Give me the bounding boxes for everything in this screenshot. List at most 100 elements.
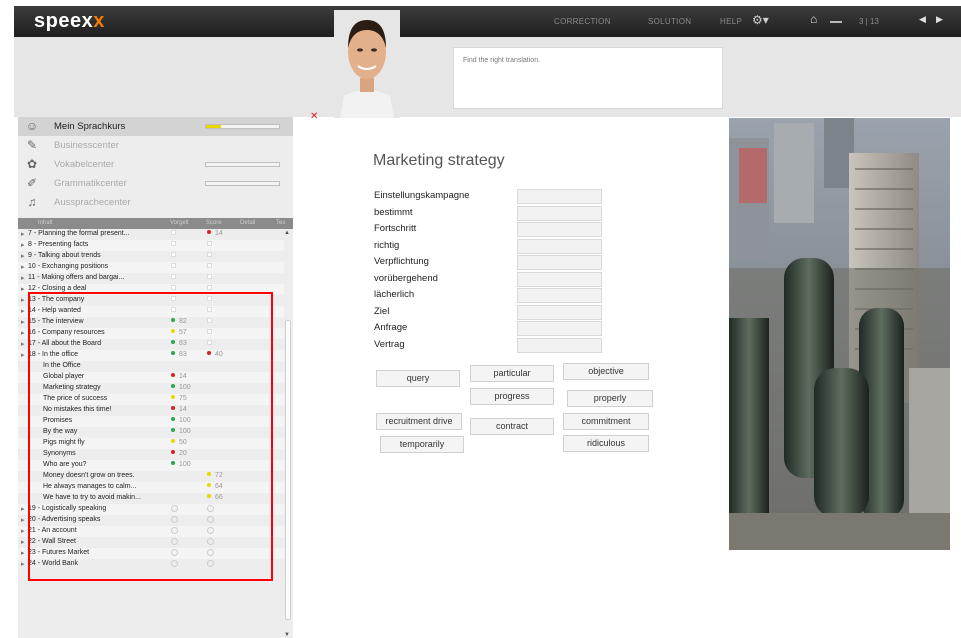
- next-page-icon[interactable]: ▶: [936, 14, 943, 25]
- expand-arrow-icon[interactable]: ▸: [21, 307, 25, 315]
- answer-chip[interactable]: particular: [470, 365, 554, 382]
- lesson-row[interactable]: Global player 14: [18, 372, 284, 383]
- score-dot-icon: [171, 439, 175, 443]
- lesson-row[interactable]: ▸ 14 - Help wanted: [18, 306, 284, 317]
- answer-chip[interactable]: recruitment drive: [376, 413, 462, 430]
- answer-drop-slot[interactable]: [517, 337, 602, 353]
- lesson-row[interactable]: The price of success 75: [18, 394, 284, 405]
- answer-drop-slot[interactable]: [517, 255, 602, 270]
- minimize-icon[interactable]: [830, 14, 842, 23]
- solution-button[interactable]: SOLUTION: [648, 17, 691, 26]
- empty-status-icon: [207, 549, 214, 556]
- score-value: 66: [215, 494, 223, 501]
- lesson-label: Promises: [43, 417, 73, 424]
- expand-arrow-icon[interactable]: ▸: [21, 241, 25, 249]
- lesson-row[interactable]: ▸ 13 - The company: [18, 295, 284, 306]
- lesson-row[interactable]: Who are you? 100: [18, 460, 284, 471]
- lesson-row[interactable]: He always manages to calm... 64: [18, 482, 284, 493]
- lesson-row[interactable]: ▸ 19 - Logistically speaking: [18, 504, 284, 515]
- expand-arrow-icon[interactable]: ▸: [21, 351, 25, 359]
- lesson-row[interactable]: ▸ 20 - Advertising speaks: [18, 515, 284, 526]
- score-dot-icon: [171, 318, 175, 322]
- lesson-row[interactable]: In the Office: [18, 361, 284, 372]
- lesson-row[interactable]: ▸ 7 - Planning the formal present... 14: [18, 229, 284, 240]
- lesson-scrollbar[interactable]: ▲ ▼: [284, 230, 292, 638]
- answer-drop-slot[interactable]: [517, 205, 602, 221]
- expand-arrow-icon[interactable]: ▸: [21, 527, 25, 535]
- expand-arrow-icon[interactable]: ▸: [21, 263, 25, 271]
- answer-chip[interactable]: ridiculous: [563, 435, 649, 452]
- lesson-label: Synonyms: [43, 450, 76, 457]
- menu-item-businesscenter[interactable]: ✎ Businesscenter: [18, 136, 293, 155]
- settings-gear-icon[interactable]: ⚙▾: [752, 13, 769, 27]
- answer-drop-slot[interactable]: [517, 271, 602, 287]
- lesson-row[interactable]: We have to try to avoid makin... 66: [18, 493, 284, 504]
- correction-button[interactable]: CORRECTION: [554, 17, 611, 26]
- lesson-row[interactable]: ▸ 23 - Futures Market: [18, 548, 284, 559]
- previous-page-icon[interactable]: ◀: [919, 14, 926, 25]
- expand-arrow-icon[interactable]: ▸: [21, 505, 25, 513]
- lesson-row[interactable]: No mistakes this time! 14: [18, 405, 284, 416]
- lesson-row[interactable]: ▸ 21 - An account: [18, 526, 284, 537]
- expand-arrow-icon[interactable]: ▸: [21, 516, 25, 524]
- answer-chip[interactable]: contract: [470, 418, 554, 435]
- lesson-row[interactable]: Synonyms 20: [18, 449, 284, 460]
- expand-arrow-icon[interactable]: ▸: [21, 296, 25, 304]
- scroll-down-icon[interactable]: ▼: [284, 632, 290, 638]
- lesson-score: [171, 516, 178, 524]
- lesson-row[interactable]: ▸ 17 - All about the Board 83: [18, 339, 284, 350]
- lesson-row[interactable]: By the way 100: [18, 427, 284, 438]
- help-button[interactable]: HELP: [720, 17, 742, 26]
- menu-item-mein-sprachkurs[interactable]: ☺ Mein Sprachkurs: [18, 117, 293, 136]
- answer-drop-slot[interactable]: [517, 304, 602, 320]
- expand-arrow-icon[interactable]: ▸: [21, 318, 25, 326]
- expand-arrow-icon[interactable]: ▸: [21, 549, 25, 557]
- expand-arrow-icon[interactable]: ▸: [21, 538, 25, 546]
- answer-drop-slot[interactable]: [517, 321, 602, 336]
- lesson-row[interactable]: ▸ 16 - Company resources 57: [18, 328, 284, 339]
- expand-arrow-icon[interactable]: ▸: [21, 274, 25, 282]
- scroll-up-icon[interactable]: ▲: [284, 230, 290, 236]
- lesson-row[interactable]: ▸ 15 - The interview 82: [18, 317, 284, 328]
- lesson-row[interactable]: Marketing strategy 100: [18, 383, 284, 394]
- sidebar: ☺ Mein Sprachkurs ✎ Businesscenter ✿ Vok…: [18, 117, 293, 638]
- lesson-row[interactable]: ▸ 8 - Presenting facts: [18, 240, 284, 251]
- expand-arrow-icon[interactable]: ▸: [21, 340, 25, 348]
- answer-drop-slot[interactable]: [517, 189, 602, 204]
- answer-chip[interactable]: objective: [563, 363, 649, 380]
- lesson-row[interactable]: Money doesn't grow on trees. 72: [18, 471, 284, 482]
- expand-arrow-icon[interactable]: ▸: [21, 230, 25, 238]
- answer-chip[interactable]: properly: [567, 390, 653, 407]
- answer-chip[interactable]: query: [376, 370, 460, 387]
- lesson-row[interactable]: ▸ 12 - Closing a deal: [18, 284, 284, 295]
- scroll-thumb[interactable]: [285, 320, 291, 620]
- lesson-row[interactable]: ▸ 24 - World Bank: [18, 559, 284, 570]
- lesson-row[interactable]: ▸ 18 - In the office 83 40: [18, 350, 284, 361]
- lesson-row[interactable]: Promises 100: [18, 416, 284, 427]
- close-icon[interactable]: ✕: [310, 111, 318, 122]
- expand-arrow-icon[interactable]: ▸: [21, 329, 25, 337]
- expand-arrow-icon[interactable]: ▸: [21, 560, 25, 568]
- expand-arrow-icon[interactable]: ▸: [21, 285, 25, 293]
- score-dot-icon: [171, 329, 175, 333]
- lesson-row[interactable]: ▸ 11 - Making offers and bargai...: [18, 273, 284, 284]
- lesson-row[interactable]: ▸ 22 - Wall Street: [18, 537, 284, 548]
- answer-drop-slot[interactable]: [517, 222, 602, 237]
- lesson-row[interactable]: ▸ 9 - Talking about trends: [18, 251, 284, 262]
- menu-item-vokabelcenter[interactable]: ✿ Vokabelcenter: [18, 155, 293, 174]
- lesson-score: [171, 230, 176, 237]
- answer-drop-slot[interactable]: [517, 288, 602, 303]
- menu-item-aussprachecenter[interactable]: ♫ Aussprachecenter: [18, 193, 293, 212]
- answer-drop-slot[interactable]: [517, 238, 602, 254]
- answer-chip[interactable]: commitment: [563, 413, 649, 430]
- expand-arrow-icon[interactable]: ▸: [21, 252, 25, 260]
- home-icon[interactable]: ⌂: [810, 12, 817, 26]
- lesson-score: 100: [171, 428, 191, 435]
- answer-chip[interactable]: progress: [470, 388, 554, 405]
- answer-chip[interactable]: temporarily: [380, 436, 464, 453]
- menu-item-grammatikcenter[interactable]: ✐ Grammatikcenter: [18, 174, 293, 193]
- empty-status-icon: [171, 252, 176, 257]
- lesson-row[interactable]: Pigs might fly 50: [18, 438, 284, 449]
- lesson-row[interactable]: ▸ 10 - Exchanging positions: [18, 262, 284, 273]
- empty-status-icon: [171, 549, 178, 556]
